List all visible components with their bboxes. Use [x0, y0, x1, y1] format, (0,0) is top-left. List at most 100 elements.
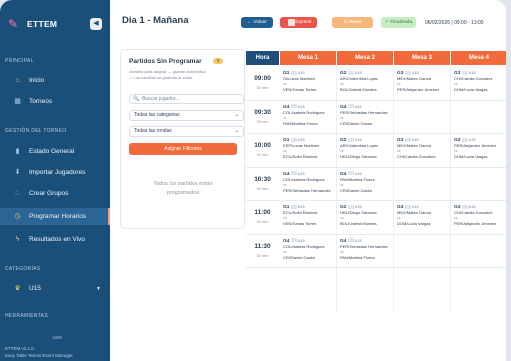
- match-player-2: CRI/Daniel Castro: [340, 120, 373, 126]
- sidebar-item-label: Estado General: [29, 148, 75, 155]
- brand-name: ETTEM: [27, 19, 58, 29]
- match-card[interactable]: G3 U15 PER/Alejandro Jimenez vs DOM/Lucia V…: [454, 137, 502, 169]
- print-button[interactable]: Imprimir: [280, 17, 317, 28]
- table-header-mesa-4: Mesa 4: [451, 51, 506, 65]
- match-card[interactable]: G3 U15 CHI/Camila Gonzalez vs PER/Alejandro…: [454, 204, 502, 236]
- match-card[interactable]: G1 U15 ECU/Sofia Ramirez vs VEN/Tomas Torre…: [283, 204, 331, 236]
- sidebar-item-torneos[interactable]: ▦ Torneos: [0, 93, 110, 110]
- match-player-2: BOL/Valeria Morales: [340, 221, 377, 226]
- match-category: U15: [297, 171, 305, 176]
- match-player-1: ARG/Valentina Lopez: [340, 76, 379, 81]
- chevron-down-icon: ⌄: [234, 128, 239, 134]
- match-player-1: COL/Isabela Rodriguez: [283, 109, 325, 115]
- match-player-1: PER/Alejandro Jimenez: [454, 143, 497, 148]
- match-card[interactable]: G1 U15 Gl/Lucas Martinez vs VEN/Tomas Torre…: [283, 70, 331, 102]
- round-tag: [347, 204, 354, 209]
- brand[interactable]: ✎ ETTEM: [8, 16, 57, 32]
- table-header-mesa-1: Mesa 1: [280, 51, 336, 65]
- back-button[interactable]: ← Volver: [241, 17, 273, 28]
- round-tag: [404, 70, 411, 75]
- match-vs: vs: [340, 149, 344, 153]
- unscheduled-help-drag: Arrastra para asignar — guardo automatic…: [129, 69, 206, 74]
- unscheduled-title: Partidos Sin Programar: [129, 58, 202, 65]
- reset-button[interactable]: ↻ Reset: [332, 17, 373, 28]
- round-filter-select[interactable]: Todas las rondas ⌄: [129, 126, 244, 137]
- time-cell: 10:00 30 min: [246, 134, 279, 167]
- match-card[interactable]: G2 U15 URU/Diego Sanchez vs BOL/Valeria Mor…: [340, 204, 388, 236]
- match-vs: vs: [397, 149, 401, 153]
- match-category: U15: [411, 205, 419, 209]
- match-player-1: MEX/Mateo Garcia: [397, 210, 431, 215]
- sidebar-item-inicio[interactable]: ⌂ Inicio: [0, 72, 110, 89]
- chevron-down-icon: ▼: [96, 285, 101, 292]
- match-player-1: Gl/Lucas Martinez: [283, 76, 316, 81]
- match-category: U15: [297, 104, 305, 109]
- slot-time: 10:30: [254, 175, 271, 183]
- match-player-1: MEX/Mateo Garcia: [397, 143, 431, 148]
- match-player-2: BOL/Valeria Morales: [340, 87, 377, 92]
- match-player-1: CHI/Camila Gonzalez: [454, 76, 493, 81]
- sidebar: ✎ ETTEM ◀ PRINCIPAL ⌂ Inicio ▦ Torneos G…: [0, 0, 110, 361]
- match-card[interactable]: G2 U15 ARG/Valentina Lopez vs BOL/Valeria M…: [340, 70, 388, 102]
- match-category: U15: [468, 205, 476, 209]
- round-tag: [347, 104, 354, 109]
- match-player-1: CHI/Camila Gonzalez: [454, 210, 493, 215]
- match-card[interactable]: G2 U15 ARG/Valentina Lopez vs URU/Diego San…: [340, 137, 388, 169]
- round-tag: [461, 204, 468, 209]
- match-player-1: COL/Isabela Rodriguez: [283, 176, 325, 182]
- match-card[interactable]: G3 U15 MEX/Mateo Garcia vs DOM/Lucia Vargas: [397, 204, 445, 236]
- match-card[interactable]: G4 U15 COL/Isabela Rodriguez vs CRI/Daniel …: [283, 238, 331, 270]
- section-herramientas: HERRAMIENTAS: [5, 313, 48, 319]
- reset-button-label: Reset: [348, 20, 362, 25]
- match-vs: vs: [340, 82, 344, 86]
- match-category: U15: [411, 138, 419, 142]
- hora-column-header: Hora: [246, 51, 279, 65]
- round-tag: [461, 70, 468, 75]
- match-category: U15: [354, 138, 362, 142]
- match-player-2: PAN/Martina Flores: [283, 120, 318, 126]
- category-filter-select[interactable]: Todas las categorias ⌄: [129, 110, 244, 121]
- clock-icon: ◷: [14, 213, 21, 220]
- match-card[interactable]: G4 U15 PER/Sebastian Hernandez vs CRI/Danie…: [340, 104, 388, 136]
- round-tag: [290, 204, 297, 209]
- category-filter-value: Todas las categorias: [134, 112, 180, 118]
- sidebar-item-programar-horarios[interactable]: ◷ Programar Horarios: [0, 208, 110, 225]
- match-player-1: URU/Diego Sanchez: [340, 210, 377, 215]
- sidebar-item-label: U15: [29, 285, 41, 292]
- match-player-2: DOM/Lucia Vargas: [454, 154, 488, 159]
- sidebar-collapse-button[interactable]: ◀: [90, 18, 102, 30]
- match-card[interactable]: G1 U15 ESP/Lucas Martinez vs ECU/Sofia Rami…: [283, 137, 331, 169]
- round-tag: [347, 137, 354, 142]
- sidebar-item-resultados-en-vivo[interactable]: ϟ Resultados en Vivo: [0, 231, 110, 248]
- match-card[interactable]: G4 U15 PAN/Martina Flores vs CRI/Daniel Cas…: [340, 171, 388, 203]
- round-tag: [347, 171, 354, 176]
- match-card[interactable]: G4 U15 COL/Isabela Rodriguez vs PAN/Martina…: [283, 104, 331, 136]
- table-row: 09:00 30 min G1 U15 Gl/Lucas Martinez vs VEN/…: [246, 67, 506, 101]
- table-header-mesa-3: Mesa 3: [394, 51, 450, 65]
- match-category: U15: [297, 238, 305, 243]
- player-search-input[interactable]: 🔍 Buscar jugador...: [129, 94, 244, 104]
- match-vs: vs: [283, 216, 287, 220]
- round-tag: [404, 204, 411, 209]
- sidebar-item-estado-general[interactable]: ▮ Estado General: [0, 143, 110, 160]
- table-row: 10:00 30 min G1 U15 ESP/Lucas Martinez vs ECU…: [246, 134, 506, 168]
- finalized-badge[interactable]: ✓ Finalizada: [381, 17, 416, 28]
- slot-duration: 30 min: [256, 85, 269, 90]
- match-card[interactable]: G4 U15 PER/Sebastian Hernandez vs PAN/Marti…: [340, 238, 388, 270]
- match-vs: vs: [283, 82, 287, 86]
- sidebar-item-importar-jugadores[interactable]: ⬇ Importar Jugadores: [0, 164, 110, 181]
- match-card[interactable]: G4 U15 COL/Isabela Rodriguez vs PER/Sebasti…: [283, 171, 331, 203]
- match-card[interactable]: G3 U15 CHI/Camila Gonzalez vs DOM/Lucia Var…: [454, 70, 502, 102]
- match-player-1: PER/Sebastian Hernandez: [340, 109, 388, 115]
- assign-filtered-button[interactable]: Asignar Filtrados: [129, 143, 237, 155]
- match-player-2: URU/Diego Sanchez: [340, 154, 377, 159]
- match-category: U15: [468, 138, 476, 142]
- round-filter-value: Todas las rondas: [134, 128, 172, 134]
- unscheduled-empty-message: Todos los partidos están programados: [153, 181, 213, 196]
- round-tag: [347, 238, 354, 243]
- match-player-1: PER/Sebastian Hernandez: [340, 243, 388, 249]
- match-card[interactable]: G3 U15 MEX/Mateo Garcia vs PER/Alejandro Ji…: [397, 70, 445, 102]
- sidebar-item-category-u15[interactable]: ♛ U15 ▼: [0, 280, 110, 297]
- match-card[interactable]: G3 U15 MEX/Mateo Garcia vs CHI/Camila Gonza…: [397, 137, 445, 169]
- sidebar-item-crear-grupos[interactable]: ∴ Crear Grupos: [0, 185, 110, 202]
